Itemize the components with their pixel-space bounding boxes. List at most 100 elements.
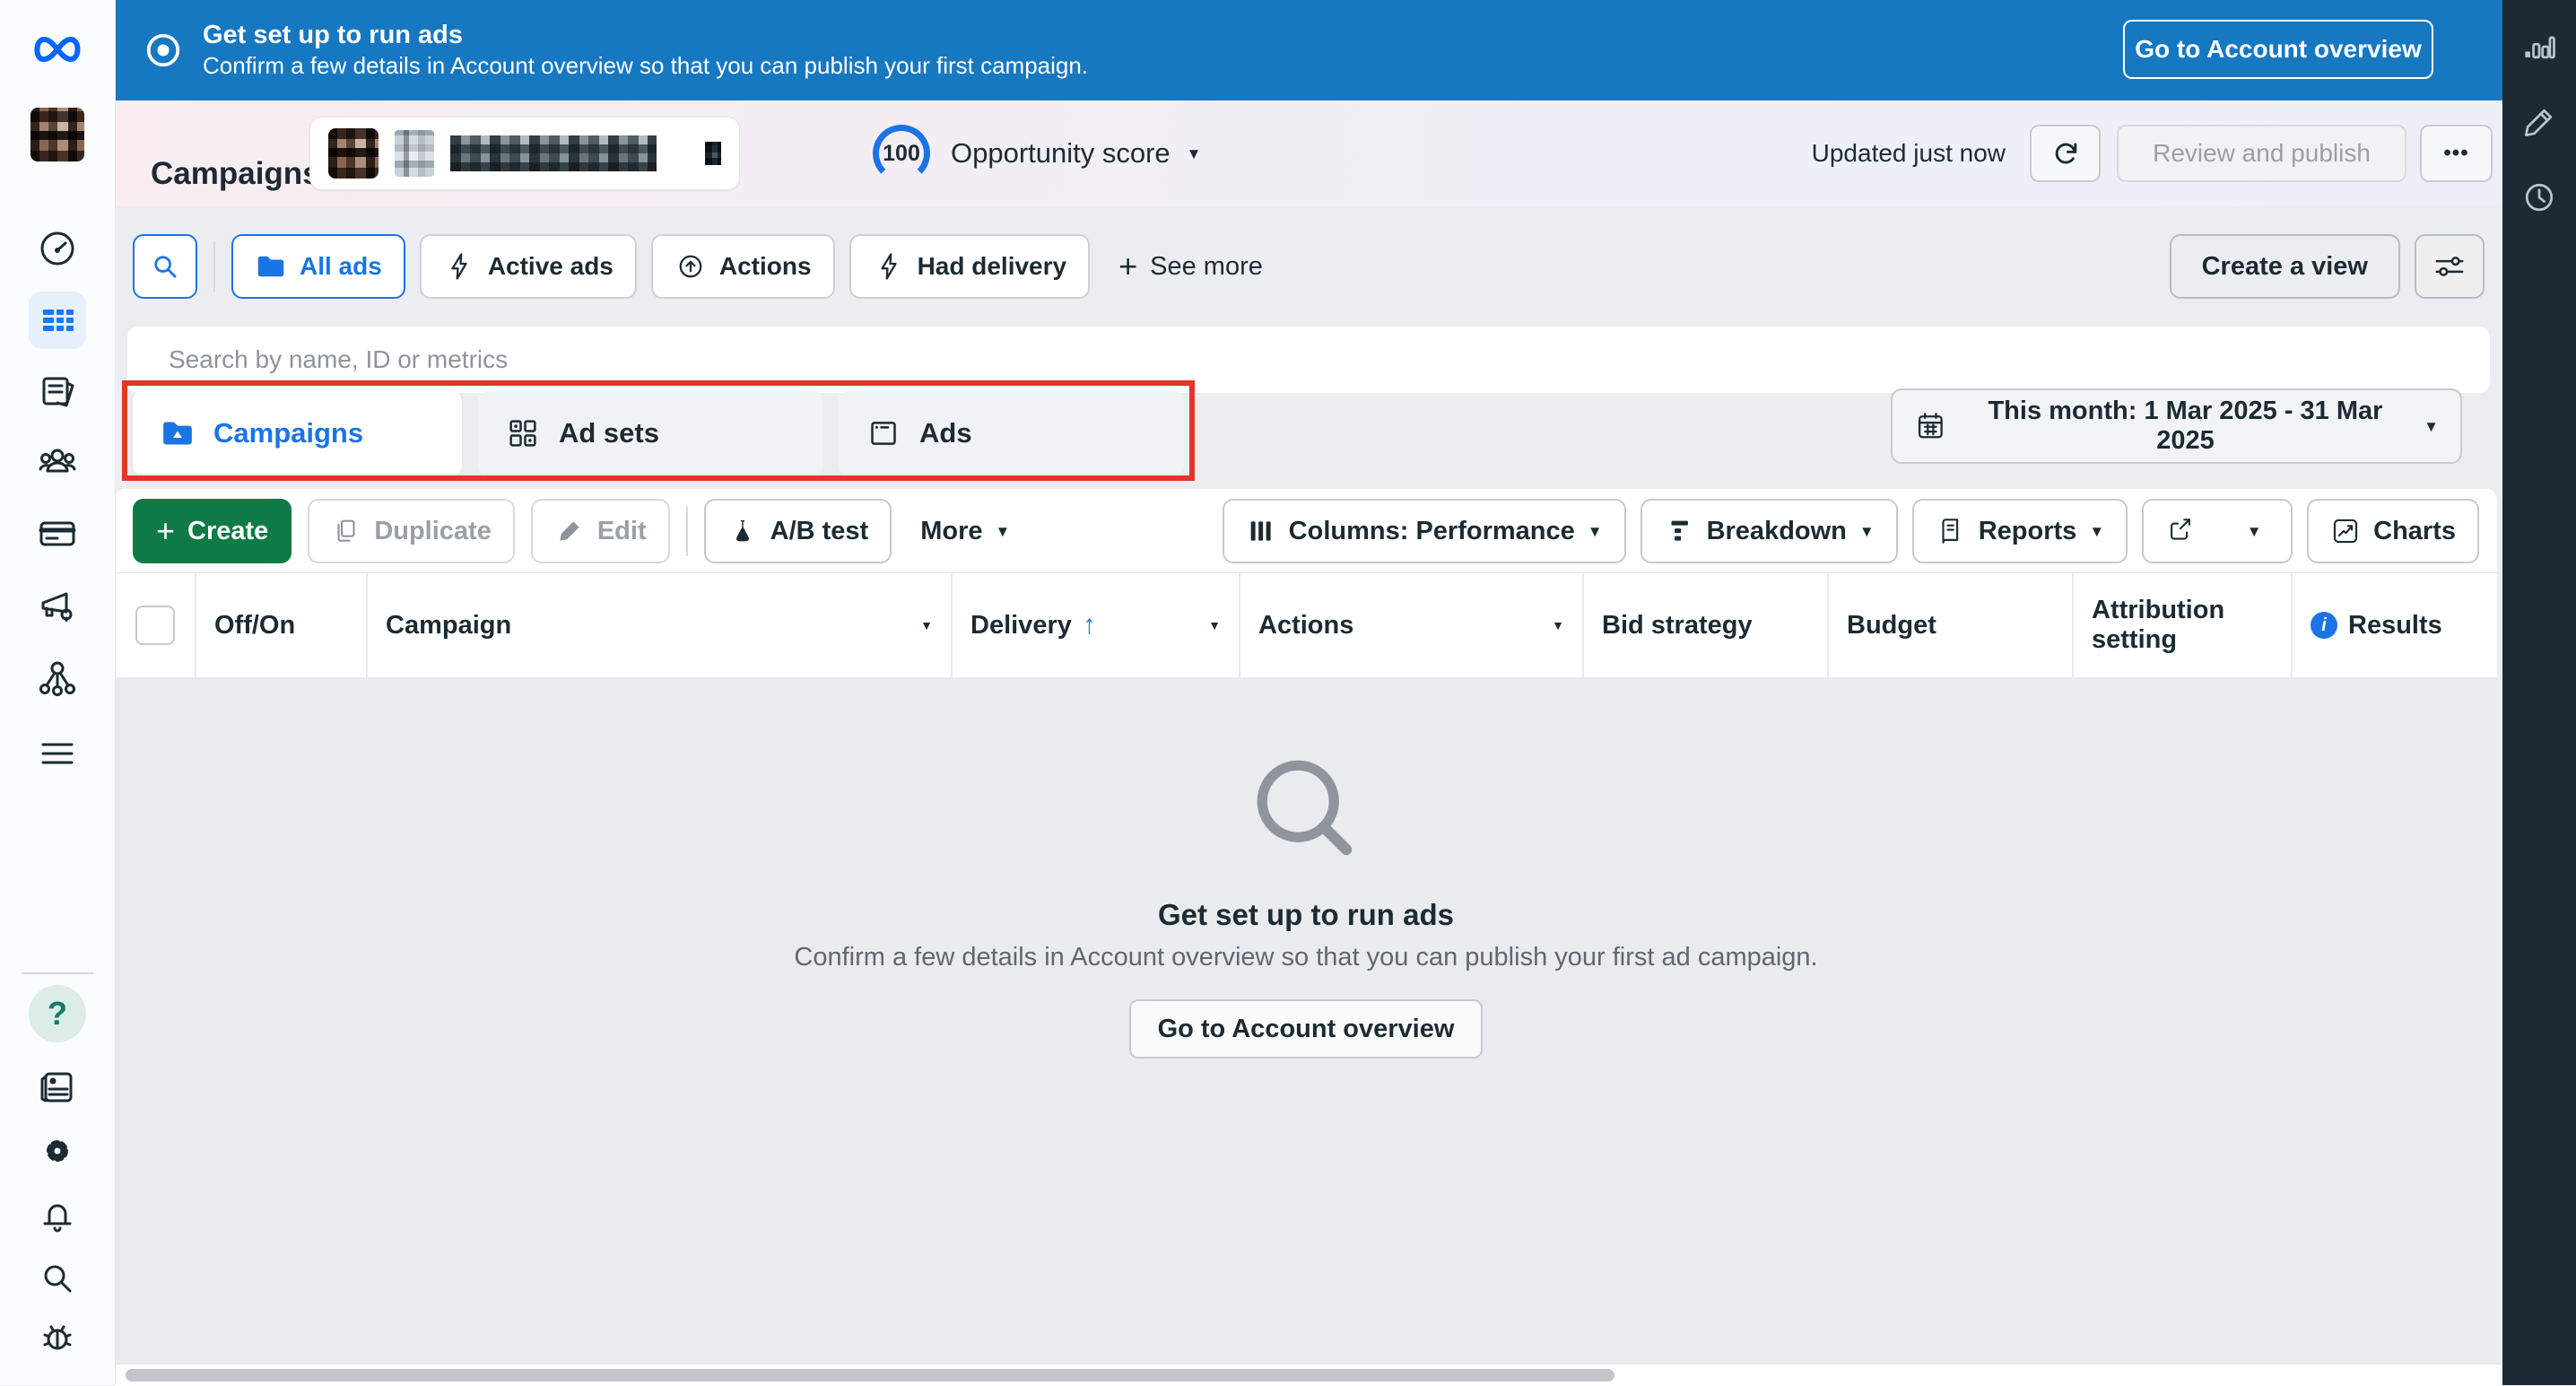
see-more-button[interactable]: + See more [1104,250,1277,283]
chevron-down-icon: ▼ [920,619,933,632]
filter-bar: All ads Active ads Actions Had delivery … [115,206,2502,327]
history-button[interactable] [2518,176,2561,219]
column-label: Budget [1847,611,1936,641]
header-more-button[interactable]: ••• [2420,125,2493,182]
column-label: Results [2348,611,2442,641]
filter-chip-had-delivery[interactable]: Had delivery [849,234,1091,299]
column-header-attribution: Attribution setting [2074,573,2293,677]
chevron-down-icon: ▼ [1208,619,1221,632]
date-range-dropdown[interactable]: This month: 1 Mar 2025 - 31 Mar 2025 ▼ [1891,388,2462,464]
filter-chip-all-ads[interactable]: All ads [231,234,405,299]
column-header-actions[interactable]: Actions ▼ [1240,573,1584,677]
duplicate-button[interactable]: Duplicate [308,499,515,563]
filter-chip-active-ads[interactable]: Active ads [420,234,637,299]
pencil-icon [2519,102,2559,142]
rail-divider [22,972,93,974]
ab-test-button[interactable]: A/B test [704,499,892,563]
edit-button[interactable]: Edit [531,499,670,563]
table-toolbar: + Create Duplicate Edit A/B test [133,496,2479,566]
left-nav-rail: ? [0,0,116,1385]
sidebar-item-billing[interactable] [32,509,83,559]
table-search-bar [127,327,2490,393]
ad-sets-grid-icon [505,415,541,451]
export-icon [2165,516,2196,546]
sidebar-item-business-assets[interactable] [32,653,83,703]
filter-chip-actions[interactable]: Actions [651,234,835,299]
select-all-checkbox[interactable] [135,606,175,645]
circle-up-arrow-icon [674,250,707,283]
large-search-icon [1248,751,1364,867]
help-button[interactable]: ? [29,985,86,1042]
sidebar-item-ads-reporting[interactable] [32,367,83,417]
chevron-down-icon: ▼ [996,524,1011,539]
bell-icon [36,1194,79,1237]
review-publish-button[interactable]: Review and publish [2117,125,2406,182]
column-label: Campaign [386,611,511,641]
column-header-delivery[interactable]: Delivery ↑ ▼ [953,573,1240,677]
sidebar-item-advertising-settings[interactable] [32,581,83,632]
column-label: Actions [1258,611,1353,641]
columns-dropdown[interactable]: Columns: Performance ▼ [1223,499,1626,563]
insights-button[interactable] [2518,25,2561,68]
create-view-button[interactable]: Create a view [2170,234,2400,299]
business-avatar[interactable] [29,106,86,163]
horizontal-scrollbar-thumb[interactable] [126,1369,1614,1382]
duplicate-label: Duplicate [374,517,492,546]
meta-logo[interactable] [29,21,86,78]
more-dropdown[interactable]: More ▼ [908,499,1023,563]
create-button[interactable]: + Create [133,499,292,563]
refresh-button[interactable] [2030,125,2101,182]
chevron-down-icon: ▼ [2424,419,2439,434]
select-all-cell [115,573,196,677]
sort-ascending-icon: ↑ [1083,610,1096,641]
reports-dropdown[interactable]: Reports ▼ [1912,499,2128,563]
sidebar-item-all-tools[interactable] [32,728,83,779]
chevron-down-icon: ▼ [1187,146,1202,161]
main-content: Campaigns 100 Opportunity score ▼ Update… [115,100,2502,1385]
audiences-people-icon [36,440,79,484]
sidebar-item-campaigns[interactable] [29,292,86,349]
search-icon [148,249,182,283]
search-button-rail[interactable] [32,1253,83,1303]
ad-account-selector[interactable] [309,117,740,190]
export-options-button[interactable]: ▼ [2217,501,2291,562]
search-icon [36,1257,79,1300]
banner-title: Get set up to run ads [203,19,1088,51]
report-bug-button[interactable] [32,1312,83,1362]
reports-doc-icon [1936,516,1966,546]
newsfeed-icon [36,1066,79,1109]
column-header-results: i Results [2293,573,2497,677]
sidebar-item-audiences[interactable] [32,437,83,487]
export-button[interactable] [2144,501,2217,562]
date-range-label: This month: 1 Mar 2025 - 31 Mar 2025 [1963,397,2407,456]
sidebar-item-updates[interactable] [32,1062,83,1112]
search-filter-button[interactable] [133,234,197,299]
column-header-campaign[interactable]: Campaign ▼ [368,573,953,677]
reports-label: Reports [1979,517,2077,546]
tab-campaigns[interactable]: Campaigns [133,390,462,476]
plus-icon: + [156,515,175,547]
flask-icon [727,516,758,546]
notifications-button[interactable] [32,1190,83,1241]
tab-ad-sets[interactable]: Ad sets [478,390,823,476]
opportunity-score-dropdown[interactable]: Opportunity score ▼ [951,100,1202,206]
bug-icon [36,1315,79,1358]
breakdown-dropdown[interactable]: Breakdown ▼ [1640,499,1898,563]
column-label: Off/On [214,611,295,641]
plus-icon: + [1118,250,1137,283]
filter-chip-label: All ads [300,252,382,281]
gauge-icon [36,227,79,270]
tab-ads[interactable]: Ads [839,390,1184,476]
search-input[interactable] [167,344,2297,375]
horizontal-scrollbar-track [115,1364,2502,1386]
sidebar-item-account-overview[interactable] [32,223,83,274]
charts-button[interactable]: Charts [2307,499,2479,563]
column-header-budget: Budget [1829,573,2074,677]
ab-test-label: A/B test [770,517,869,546]
settings-button[interactable] [32,1126,83,1176]
banner-account-overview-button[interactable]: Go to Account overview [2123,20,2433,79]
edit-panel-button[interactable] [2518,100,2561,144]
view-settings-button[interactable] [2415,234,2485,299]
empty-state-account-overview-button[interactable]: Go to Account overview [1129,999,1484,1059]
empty-state-description: Confirm a few details in Account overvie… [794,943,1817,972]
